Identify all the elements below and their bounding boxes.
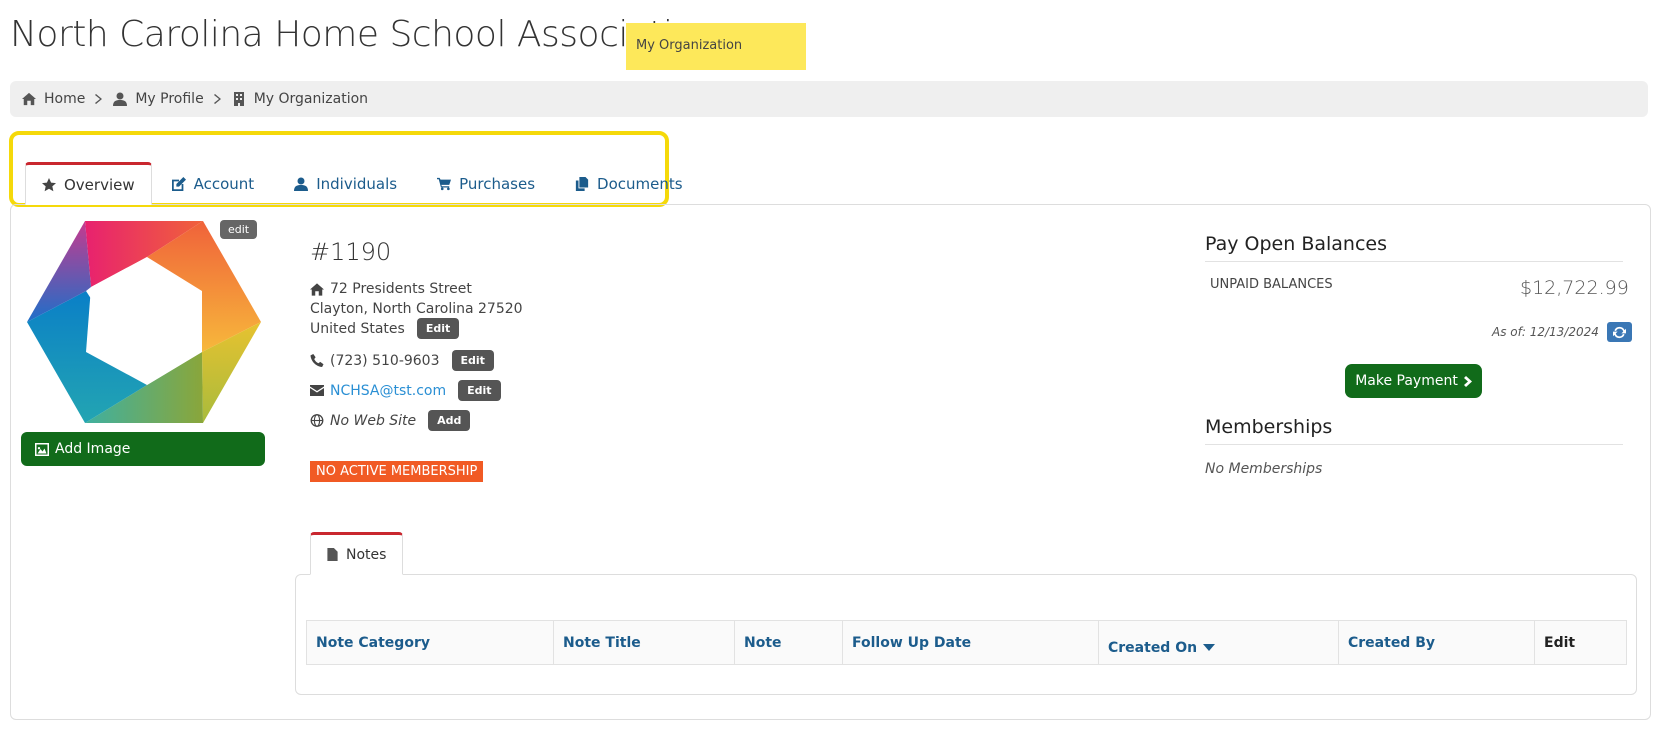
column-note-title[interactable]: Note Title (553, 620, 735, 665)
address-country: United States (310, 320, 405, 337)
breadcrumb-my-profile[interactable]: My Profile (113, 91, 204, 107)
home-icon (310, 282, 324, 296)
as-of-date: As of: 12/13/2024 (1492, 325, 1599, 339)
envelope-icon (310, 385, 324, 396)
website-row: No Web Site Add (310, 410, 471, 431)
tab-notes[interactable]: Notes (310, 532, 404, 575)
tab-label: Account (193, 175, 255, 193)
breadcrumb-label: Home (44, 91, 86, 107)
column-note[interactable]: Note (734, 620, 843, 665)
pay-balances-heading: Pay Open Balances (1205, 233, 1387, 255)
account-number: #1190 (310, 238, 392, 266)
address-line2: Clayton, North Carolina 27520 (310, 301, 523, 317)
refresh-icon (1612, 326, 1626, 338)
chevron-right-icon (213, 94, 222, 104)
make-payment-button[interactable]: Make Payment (1345, 364, 1482, 398)
divider (1205, 261, 1623, 262)
user-icon (113, 92, 128, 106)
column-follow-up-date[interactable]: Follow Up Date (842, 620, 1099, 665)
breadcrumb-home[interactable]: Home (22, 91, 85, 107)
breadcrumb-label: My Organization (253, 91, 369, 107)
tab-individuals[interactable]: Individuals (274, 163, 417, 205)
tab-label: Individuals (316, 175, 398, 193)
chevron-right-icon (1463, 375, 1472, 387)
column-created-on: Created On (1108, 639, 1198, 656)
breadcrumb-label: My Profile (135, 91, 204, 107)
breadcrumb: Home My Profile My Organization (10, 81, 1648, 117)
make-payment-label: Make Payment (1355, 373, 1458, 389)
tab-purchases[interactable]: Purchases (417, 163, 555, 205)
notes-table: Note Category Note Title Note Follow Up … (306, 620, 1627, 665)
phone-row: (723) 510-9603 Edit (310, 350, 494, 371)
logo-edit-button[interactable]: edit (220, 220, 258, 239)
add-image-label: Add Image (55, 441, 131, 457)
unpaid-balances-label: UNPAID BALANCES (1210, 277, 1333, 292)
membership-status-badge: NO ACTIVE MEMBERSHIP (310, 461, 484, 482)
column-created-on-cell[interactable]: Created On (1098, 620, 1339, 665)
address-street: 72 Presidents Street (330, 281, 472, 297)
column-edit: Edit (1534, 620, 1627, 665)
chevron-right-icon (95, 94, 103, 104)
building-icon (233, 92, 244, 106)
sort-desc-icon (1203, 644, 1216, 651)
globe-icon (310, 414, 324, 427)
tab-label: Purchases (459, 175, 536, 193)
documents-icon (575, 177, 589, 191)
tab-overview[interactable]: Overview (25, 162, 152, 205)
memberships-heading: Memberships (1205, 416, 1333, 438)
refresh-button[interactable] (1606, 322, 1632, 342)
add-image-button[interactable]: Add Image (21, 432, 265, 466)
breadcrumb-my-organization[interactable]: My Organization (232, 91, 368, 107)
phone-edit-button[interactable]: Edit (451, 350, 494, 371)
cart-icon (437, 177, 452, 191)
edit-icon (171, 177, 186, 191)
email-link[interactable]: NCHSA@tst.com (330, 383, 446, 399)
user-icon (294, 177, 309, 191)
organization-logo (27, 221, 261, 423)
phone-number: (723) 510-9603 (330, 352, 440, 369)
email-edit-button[interactable]: Edit (458, 380, 501, 401)
address-country-row: United States Edit (310, 318, 460, 339)
home-icon (22, 92, 36, 106)
page-title: North Carolina Home School Association (10, 14, 717, 55)
email-row: NCHSA@tst.com Edit (310, 380, 501, 401)
tab-label: Documents (597, 175, 683, 193)
column-created-by[interactable]: Created By (1338, 620, 1535, 665)
table-header-row: Note Category Note Title Note Follow Up … (306, 620, 1627, 665)
divider (1205, 444, 1623, 445)
website-value: No Web Site (330, 412, 417, 429)
tab-bar: Overview Account Individuals Purchases D… (25, 162, 703, 205)
address-edit-button[interactable]: Edit (416, 318, 460, 339)
tab-documents[interactable]: Documents (555, 163, 703, 205)
address-line1: 72 Presidents Street (310, 281, 472, 297)
memberships-empty: No Memberships (1205, 461, 1323, 477)
tab-label: Notes (346, 546, 387, 563)
phone-icon (310, 354, 324, 367)
star-icon (42, 177, 56, 191)
website-add-button[interactable]: Add (428, 410, 471, 431)
unpaid-balances-value: $12,722.99 (1520, 277, 1629, 299)
highlight-label: My Organization (626, 23, 806, 70)
column-note-category[interactable]: Note Category (306, 620, 554, 665)
tab-label: Overview (64, 175, 135, 194)
tab-account[interactable]: Account (152, 163, 275, 205)
file-icon (327, 548, 338, 561)
image-icon (35, 442, 49, 456)
as-of-row: As of: 12/13/2024 (1492, 322, 1632, 342)
